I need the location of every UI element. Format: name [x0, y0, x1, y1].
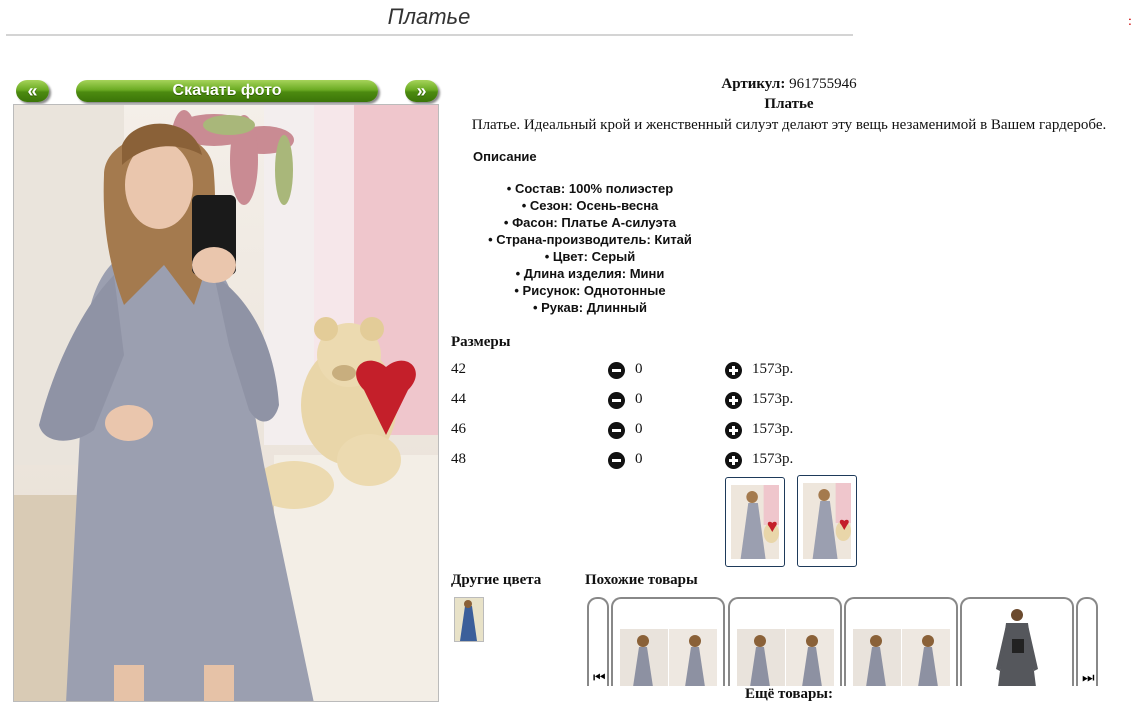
size-price: 1573р. — [752, 451, 794, 467]
more-products-heading: Ещё товары: — [446, 686, 1132, 703]
plus-circle-icon[interactable] — [725, 422, 742, 439]
size-quantity: 0 — [635, 361, 643, 377]
skip-forward-icon: ⏭ — [1082, 670, 1095, 686]
attribute-list: • Состав: 100% полиэстер • Сезон: Осень-… — [446, 180, 734, 316]
page-title: Платье — [387, 4, 471, 29]
size-quantity: 0 — [635, 421, 643, 437]
sizes-heading: Размеры — [451, 334, 511, 350]
attribute-item: • Страна-производитель: Китай — [488, 232, 692, 247]
size-row: 44 0 1573р. — [451, 391, 851, 413]
size-price: 1573р. — [752, 421, 794, 437]
size-row: 48 0 1573р. — [451, 451, 851, 473]
attribute-item: • Состав: 100% полиэстер — [506, 181, 674, 196]
photo-thumbnail[interactable] — [797, 475, 857, 567]
attribute-item: • Длина изделия: Мини — [515, 266, 665, 281]
photo-thumbnail[interactable] — [725, 477, 785, 567]
size-label: 44 — [451, 391, 466, 407]
size-quantity: 0 — [635, 451, 643, 467]
attribute-item: • Цвет: Серый — [544, 249, 636, 264]
minus-circle-icon[interactable] — [608, 422, 625, 439]
similar-product-card[interactable] — [960, 597, 1074, 687]
attribute-item: • Рукав: Длинный — [532, 300, 648, 315]
size-row: 46 0 1573р. — [451, 421, 851, 443]
attribute-item: • Рисунок: Однотонные — [514, 283, 666, 298]
minus-circle-icon[interactable] — [608, 452, 625, 469]
plus-circle-icon[interactable] — [725, 362, 742, 379]
similar-product-card[interactable] — [844, 597, 958, 687]
product-description: Платье. Идеальный крой и женственный сил… — [471, 117, 1107, 133]
similar-product-card[interactable] — [611, 597, 725, 687]
similar-product-image — [737, 629, 834, 687]
size-row: 42 0 1573р. — [451, 361, 851, 383]
minus-circle-icon[interactable] — [608, 362, 625, 379]
thumbnail-image — [803, 483, 851, 559]
plus-circle-icon[interactable] — [725, 452, 742, 469]
other-color-thumbnail[interactable] — [454, 597, 484, 642]
size-label: 42 — [451, 361, 466, 377]
product-name: Платье — [764, 96, 814, 112]
size-label: 48 — [451, 451, 466, 467]
sku-label: Артикул: — [721, 76, 786, 92]
sku-value: 961755946 — [789, 76, 857, 92]
corner-mark: : — [1128, 14, 1132, 28]
plus-circle-icon[interactable] — [725, 392, 742, 409]
carousel-next-button[interactable]: ⏭ — [1076, 597, 1098, 687]
similar-product-image — [996, 609, 1038, 687]
size-quantity: 0 — [635, 391, 643, 407]
sku-line: Артикул: 961755946 — [446, 76, 1132, 93]
product-photo-illustration — [14, 105, 438, 701]
similar-product-card[interactable] — [728, 597, 842, 687]
download-photo-button[interactable]: Скачать фото — [76, 80, 378, 102]
description-heading: Описание — [473, 149, 537, 164]
color-thumbnail-image — [455, 598, 483, 641]
main-product-photo — [13, 104, 439, 702]
similar-product-image — [620, 629, 717, 687]
carousel-prev-button[interactable]: ⏮ — [587, 597, 609, 687]
size-label: 46 — [451, 421, 466, 437]
attribute-item: • Сезон: Осень-весна — [521, 198, 659, 213]
similar-product-image — [853, 629, 950, 687]
next-photo-button[interactable]: » — [405, 80, 438, 102]
minus-circle-icon[interactable] — [608, 392, 625, 409]
prev-photo-button[interactable]: « — [16, 80, 49, 102]
other-colors-heading: Другие цвета — [451, 572, 542, 588]
size-price: 1573р. — [752, 391, 794, 407]
title-divider — [6, 34, 853, 36]
attribute-item: • Фасон: Платье А-силуэта — [503, 215, 677, 230]
thumbnail-image — [731, 485, 779, 559]
size-price: 1573р. — [752, 361, 794, 377]
similar-heading: Похожие товары — [585, 572, 698, 588]
skip-back-icon: ⏮ — [593, 670, 606, 686]
